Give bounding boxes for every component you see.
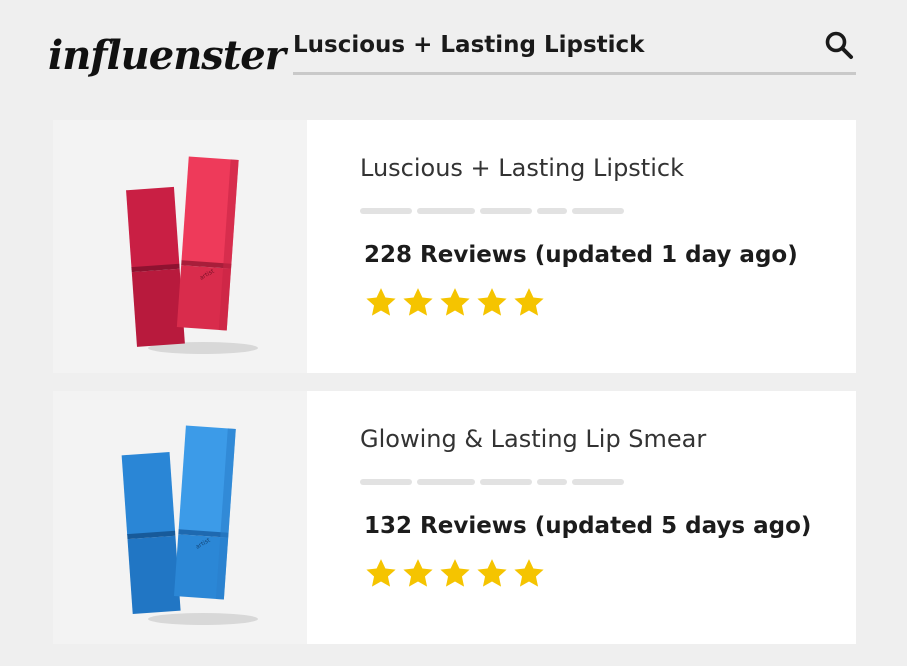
- product-card[interactable]: artist Luscious + Lasting Lipstick 228 R…: [53, 120, 856, 373]
- review-count[interactable]: 228 Reviews (updated 1 day ago): [364, 242, 798, 268]
- influenster-logo[interactable]: influenster: [48, 32, 286, 79]
- star-icon: [477, 288, 507, 316]
- product-image[interactable]: artist: [53, 391, 307, 644]
- star-icon: [366, 288, 396, 316]
- star-icon: [403, 559, 433, 587]
- search-bar[interactable]: Luscious + Lasting Lipstick: [293, 30, 856, 75]
- star-icon: [403, 288, 433, 316]
- product-title[interactable]: Luscious + Lasting Lipstick: [360, 154, 684, 182]
- star-icon: [366, 559, 396, 587]
- search-input[interactable]: Luscious + Lasting Lipstick: [293, 32, 644, 58]
- star-icon: [514, 288, 544, 316]
- review-count[interactable]: 132 Reviews (updated 5 days ago): [364, 513, 811, 539]
- star-icon: [440, 559, 470, 587]
- star-icon: [477, 559, 507, 587]
- search-icon[interactable]: [824, 30, 854, 60]
- product-title[interactable]: Glowing & Lasting Lip Smear: [360, 425, 706, 453]
- star-icon: [514, 559, 544, 587]
- star-icon: [440, 288, 470, 316]
- product-image[interactable]: artist: [53, 120, 307, 373]
- product-card[interactable]: artist Glowing & Lasting Lip Smear 132 R…: [53, 391, 856, 644]
